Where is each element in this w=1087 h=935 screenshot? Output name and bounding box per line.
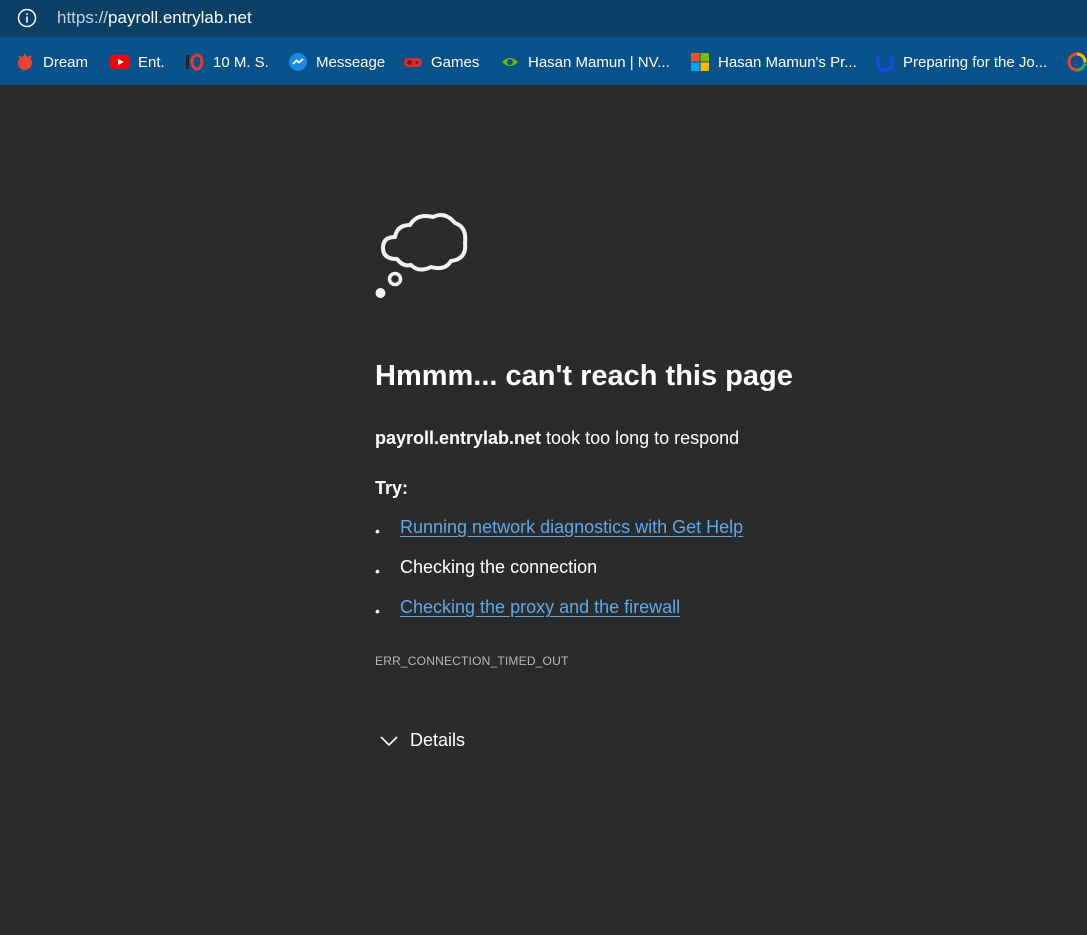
colorful-circle-icon	[1067, 52, 1087, 72]
list-item: • Running network diagnostics with Get H…	[375, 517, 743, 557]
url-text[interactable]: https://payroll.entrylab.net	[57, 8, 252, 28]
bookmark-label: Messeage	[316, 53, 386, 71]
address-bar: https://payroll.entrylab.net	[0, 0, 1087, 38]
error-code: ERR_CONNECTION_TIMED_OUT	[375, 654, 569, 668]
bookmark-microsoft[interactable]: Hasan Mamun's Pr...	[690, 46, 865, 78]
bookmark-label: Hasan Mamun's Pr...	[718, 53, 857, 71]
network-diagnostics-link[interactable]: Running network diagnostics with Get Hel…	[400, 517, 743, 537]
bookmark-label: Preparing for the Jo...	[903, 53, 1048, 71]
url-scheme: https://	[57, 8, 109, 27]
error-message: payroll.entrylab.net took too long to re…	[375, 428, 739, 449]
list-item: • Checking the proxy and the firewall	[375, 597, 743, 637]
error-host: payroll.entrylab.net	[375, 428, 542, 448]
bullet: •	[375, 563, 380, 579]
bookmarks-bar: Dream Ent. 10 M. S. Messeage Games Hasan…	[0, 38, 1087, 85]
bookmark-messeage[interactable]: Messeage	[288, 46, 393, 78]
bookmark-udemy[interactable]: Preparing for the Jo...	[875, 46, 1055, 78]
details-toggle-button[interactable]: Details	[380, 730, 465, 751]
red-bug-icon	[18, 54, 32, 70]
suggestions-list: • Running network diagnostics with Get H…	[375, 517, 743, 637]
bookmark-label: Ent.	[138, 53, 165, 71]
bookmark-label: 10 M. S.	[213, 53, 269, 71]
bullet: •	[375, 603, 380, 619]
bookmark-dream[interactable]: Dream	[15, 46, 96, 78]
details-label: Details	[410, 730, 466, 750]
url-host: payroll.entrylab.net	[108, 8, 252, 27]
address-field[interactable]: https://payroll.entrylab.net	[0, 0, 1087, 38]
bookmark-ent[interactable]: Ent.	[110, 46, 173, 78]
microsoft-icon	[691, 53, 709, 71]
messenger-icon	[289, 53, 307, 71]
bookmark-label: Hasan Mamun | NV...	[528, 53, 670, 71]
udemy-icon	[876, 56, 894, 72]
chevron-down-icon	[380, 735, 398, 746]
checking-connection-text: Checking the connection	[400, 557, 598, 577]
youtube-icon	[110, 55, 130, 69]
proxy-firewall-link[interactable]: Checking the proxy and the firewall	[400, 597, 680, 617]
bookmark-games[interactable]: Games	[403, 46, 487, 78]
bookmark-label: Games	[431, 53, 480, 71]
bookmark-10ms[interactable]: 10 M. S.	[185, 46, 277, 78]
gamepad-icon	[404, 58, 422, 67]
bookmark-label: Dream	[43, 53, 89, 71]
error-message-text: took too long to respond	[541, 428, 740, 448]
nvidia-icon	[502, 58, 518, 66]
10ms-logo-icon	[186, 53, 204, 71]
thought-cloud-icon	[375, 213, 468, 298]
bookmark-nvidia[interactable]: Hasan Mamun | NV...	[500, 46, 678, 78]
try-label: Try:	[375, 478, 409, 498]
bookmark-overflow[interactable]	[1067, 46, 1087, 78]
page-title: Hmmm... can't reach this page	[375, 360, 793, 392]
list-item: • Checking the connection	[375, 557, 743, 597]
bullet: •	[375, 523, 380, 539]
info-icon[interactable]	[17, 8, 37, 28]
